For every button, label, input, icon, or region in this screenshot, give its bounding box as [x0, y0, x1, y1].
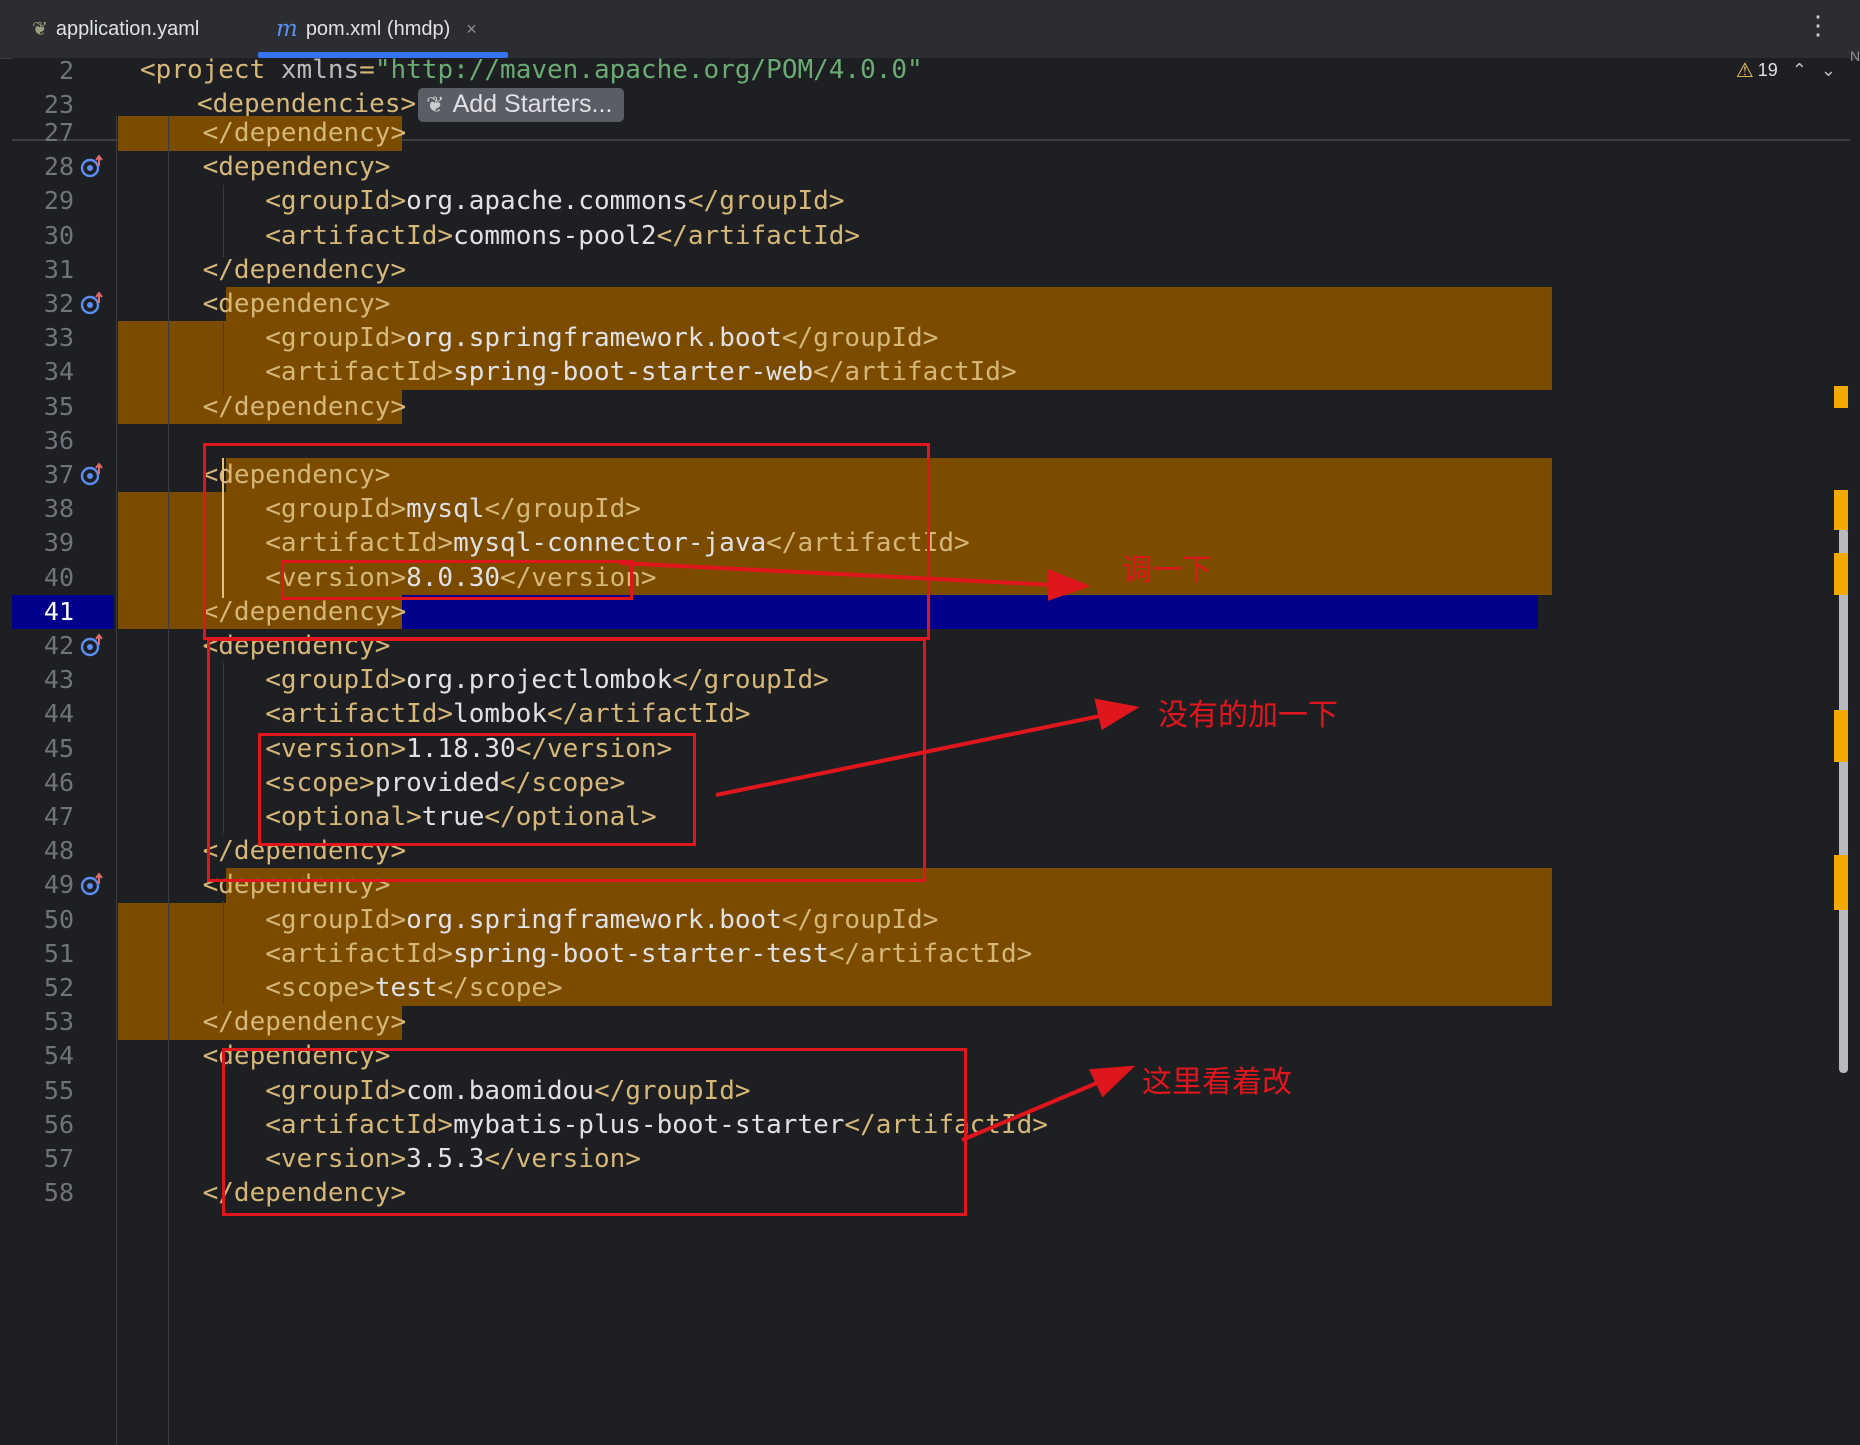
code-text: <groupId>org.apache.commons</groupId>	[265, 186, 845, 217]
line-number: 46	[43, 767, 74, 797]
indent-guide	[223, 185, 224, 257]
line-number: 54	[43, 1041, 74, 1071]
line-number: 49	[43, 870, 74, 900]
code-text: </dependency>	[202, 1007, 407, 1038]
tab-label: pom.xml (hmdp)	[305, 17, 451, 40]
line-number: 48	[43, 836, 74, 866]
line-number: 28	[43, 152, 74, 182]
attr-value: "http://maven.apache.org/POM/4.0.0"	[374, 58, 923, 85]
code-text: <artifactId>spring-boot-starter-web</art…	[265, 357, 1017, 388]
code-text: <scope>test</scope>	[265, 973, 563, 1003]
annotation-box-lombok-fields	[258, 733, 696, 846]
line-number: 27	[43, 118, 74, 147]
line-number: 36	[43, 425, 74, 455]
line-number: 35	[43, 391, 74, 421]
scrollbar-change-marker[interactable]	[1834, 490, 1848, 530]
line-number: 43	[43, 665, 74, 695]
next-warning-icon[interactable]: ⌄	[1821, 60, 1836, 81]
line-number: 58	[43, 1178, 74, 1208]
scrollbar-thumb[interactable]	[1839, 528, 1848, 1073]
tab-label: application.yaml	[55, 17, 200, 40]
annotation-box-mybatis	[222, 1048, 967, 1216]
line-number: 56	[43, 1109, 74, 1139]
tag-open: <project	[140, 58, 281, 85]
code-text: <artifactId>commons-pool2</artifactId>	[265, 220, 861, 251]
equals: =	[359, 58, 375, 85]
line-number: 38	[43, 494, 74, 524]
attr-name: xmlns	[280, 58, 360, 85]
indent-guide	[223, 322, 224, 394]
corner-letter: N	[1850, 48, 1860, 64]
overridden-dependency-icon[interactable]	[80, 462, 106, 488]
line-number: 57	[43, 1144, 74, 1173]
line-number: 33	[43, 323, 74, 353]
indent-guide	[168, 116, 169, 1445]
code-text: <dependency>	[202, 289, 391, 319]
annotation-box-mysql	[203, 443, 930, 640]
overridden-dependency-icon[interactable]	[80, 633, 106, 659]
line-number: 47	[43, 802, 74, 831]
line-number: 51	[43, 938, 74, 968]
line-number: 40	[43, 562, 74, 592]
code-text: <dependency>	[202, 152, 391, 183]
code-text: <artifactId>spring-boot-starter-test</ar…	[265, 938, 1033, 969]
close-tab-icon[interactable]: ×	[466, 19, 477, 40]
line-number: 42	[43, 631, 74, 660]
line-number: 41	[43, 596, 74, 626]
indent-guide	[223, 901, 224, 1005]
line-number: 39	[43, 528, 74, 558]
overridden-dependency-icon[interactable]	[80, 154, 106, 180]
annotation-text-add-missing: 没有的加一下	[1158, 698, 1338, 733]
gutter-separator	[116, 116, 117, 1445]
code-text: </dependency>	[202, 391, 407, 422]
line-number: 53	[43, 1007, 74, 1037]
line-number: 52	[43, 973, 74, 1002]
code-text: </dependency>	[202, 254, 407, 285]
prev-warning-icon[interactable]: ⌃	[1792, 60, 1807, 81]
overridden-dependency-icon[interactable]	[80, 872, 106, 898]
editor-tab-bar: ❦ application.yaml m pom.xml (hmdp) × ⋮	[0, 0, 1860, 59]
changed-line-highlight	[226, 287, 1552, 322]
scrollbar-change-marker[interactable]	[1834, 710, 1848, 762]
annotation-box-version	[281, 560, 633, 600]
line-number: 44	[43, 699, 74, 729]
line-number: 45	[43, 733, 74, 763]
overridden-dependency-icon[interactable]	[80, 291, 106, 317]
line-number: 31	[43, 254, 74, 284]
tab-pom-xml[interactable]: m pom.xml (hmdp) ×	[276, 0, 477, 58]
line-number: 32	[43, 289, 74, 318]
code-text: <groupId>org.springframework.boot</group…	[265, 323, 939, 354]
scrollbar-change-marker[interactable]	[1834, 855, 1848, 910]
maven-m-icon: m	[276, 16, 298, 42]
warning-icon: ⚠	[1735, 60, 1754, 82]
tag-open: <dependencies>	[197, 89, 417, 119]
line-number: 34	[43, 357, 74, 387]
line-number: 29	[43, 186, 74, 216]
tab-menu-icon[interactable]: ⋮	[1805, 12, 1831, 38]
scrollbar-change-marker[interactable]	[1834, 386, 1848, 408]
annotation-text-change-here: 这里看着改	[1142, 1065, 1292, 1100]
line-number: 50	[43, 904, 74, 934]
warning-count: 19	[1757, 60, 1778, 80]
spring-leaf-icon: ❦	[32, 18, 48, 40]
tab-application-yaml[interactable]: ❦ application.yaml	[32, 0, 199, 58]
scrollbar-change-marker[interactable]	[1834, 553, 1848, 595]
line-number: 30	[43, 220, 74, 250]
code-text: </dependency>	[202, 118, 407, 148]
code-text: <groupId>org.springframework.boot</group…	[265, 904, 939, 935]
line-number: 55	[43, 1075, 74, 1105]
annotation-text-adjust: 调一下	[1122, 553, 1212, 588]
line-number: 37	[43, 460, 74, 489]
